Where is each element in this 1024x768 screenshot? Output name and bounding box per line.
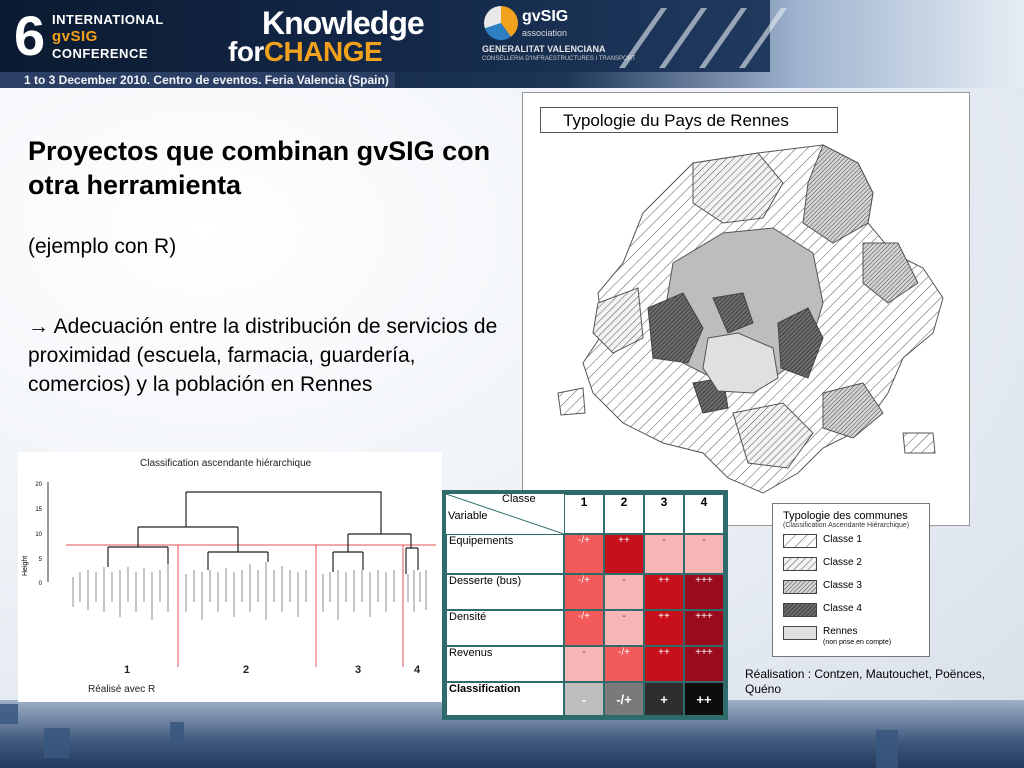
footer-block <box>876 730 898 768</box>
dendrogram-branches <box>107 491 419 574</box>
banner-line-gvsig: gvSIG <box>52 28 98 45</box>
slide-body-text: → Adecuación entre la distribución de se… <box>28 315 498 396</box>
cluster-label-3: 3 <box>355 664 362 676</box>
table-cell: - <box>564 646 604 682</box>
table-cell: -/+ <box>564 610 604 646</box>
legend-title: Typologie des communes <box>783 510 908 522</box>
legend-swatch-icon <box>783 580 817 594</box>
conference-banner: 6 INTERNATIONAL gvSIG CONFERENCE Knowled… <box>0 0 1024 88</box>
legend-swatch-icon <box>783 557 817 571</box>
legend-swatch-icon <box>783 534 817 548</box>
dendrogram-leaves <box>72 562 427 620</box>
cluster-label-1: 1 <box>124 664 131 676</box>
legend-label: Classe 2 <box>823 557 862 568</box>
y-tick-label: 15 <box>35 507 42 513</box>
generalitat-subtext: CONSELLERIA D'INFRAESTRUCTURES I TRANSPO… <box>482 56 636 62</box>
table-column-header: 3 <box>644 494 684 534</box>
dendrogram-y-label: Height <box>22 555 29 576</box>
rennes-typology-map <box>557 144 944 494</box>
table-cell: -/+ <box>564 534 604 574</box>
table-cell: ++ <box>684 682 724 716</box>
change-word: CHANGE <box>263 36 383 67</box>
legend-subtitle: (Classification Ascendante Hiérarchique) <box>783 522 910 529</box>
map-legend: Typologie des communes (Classification A… <box>772 503 930 657</box>
table-cell: ++ <box>644 610 684 646</box>
typology-map-panel: Typologie du Pays de Rennes <box>522 92 970 526</box>
cluster-label-2: 2 <box>243 664 250 676</box>
event-date-line: 1 to 3 December 2010. Centro de eventos.… <box>24 73 389 87</box>
dendrogram-panel: Classification ascendante hiérarchique 2… <box>18 452 442 702</box>
table-cell: +++ <box>684 646 724 682</box>
forchange-wordmark: forCHANGE <box>228 36 383 68</box>
y-tick-label: 20 <box>35 482 42 488</box>
y-tick-label: 10 <box>35 532 42 538</box>
table-row-label: Densité <box>446 610 564 646</box>
legend-label: Classe 4 <box>823 603 862 614</box>
legend-label: Rennes <box>823 626 858 637</box>
edition-number: 6 <box>14 4 46 67</box>
footer-block <box>0 704 18 724</box>
legend-note: (non prise en compte) <box>823 639 892 646</box>
banner-date-strip: 1 to 3 December 2010. Centro de eventos.… <box>0 72 395 88</box>
table-cell: - <box>604 610 644 646</box>
table-row-label: Revenus <box>446 646 564 682</box>
table-cell: - <box>564 682 604 716</box>
for-word: for <box>228 36 264 67</box>
map-title: Typologie du Pays de Rennes <box>540 107 838 133</box>
table-cell: - <box>604 574 644 610</box>
table-cell: ++ <box>644 646 684 682</box>
table-cell: ++ <box>604 534 644 574</box>
footer-block <box>44 728 70 758</box>
slide-subtitle: (ejemplo con R) <box>28 235 177 258</box>
generalitat-logo-text: GENERALITAT VALENCIANA <box>482 44 606 54</box>
y-tick-label: 5 <box>39 557 43 563</box>
legend-swatch-icon <box>783 626 817 640</box>
classification-table: Classe Variable 1 2 3 4 Equipements -/+ ++ - - De… <box>442 490 728 720</box>
table-column-header: 1 <box>564 494 604 534</box>
table-cell: - <box>684 534 724 574</box>
slide-title: Proyectos que combinan gvSIG con otra he… <box>28 136 491 200</box>
map-credit: Réalisation : Contzen, Mautouchet, Poënc… <box>745 667 986 696</box>
table-corner-variable: Variable <box>448 510 488 522</box>
table-column-header: 2 <box>604 494 644 534</box>
table-corner-classe: Classe <box>502 493 536 505</box>
banner-line-conference: CONFERENCE <box>52 46 149 61</box>
legend-swatch-icon <box>783 603 817 617</box>
table-row-label: Equipements <box>446 534 564 574</box>
classification-table-grid: Classe Variable 1 2 3 4 Equipements -/+ ++ - - De… <box>446 493 724 716</box>
table-cell: - <box>644 534 684 574</box>
dendrogram-chart: 20 15 10 5 0 <box>35 482 436 667</box>
map-zone-classe1-fareast <box>902 432 936 454</box>
gvsig-association-label: association <box>522 28 568 38</box>
cluster-label-4: 4 <box>414 664 421 676</box>
table-cell: ++ <box>644 574 684 610</box>
legend-label: Classe 1 <box>823 534 862 545</box>
gvsig-logo-icon <box>484 6 518 40</box>
table-column-header: 4 <box>684 494 724 534</box>
banner-line-international: INTERNATIONAL <box>52 12 164 27</box>
y-tick-label: 0 <box>39 581 43 587</box>
dendrogram-footer: Réalisé avec R <box>88 684 156 695</box>
table-cell: +++ <box>684 610 724 646</box>
table-cell: +++ <box>684 574 724 610</box>
table-cell: -/+ <box>604 646 644 682</box>
table-cell: -/+ <box>604 682 644 716</box>
legend-label: Classe 3 <box>823 580 862 591</box>
table-row-label: Desserte (bus) <box>446 574 564 610</box>
gvsig-association-name: gvSIG <box>522 8 569 25</box>
footer-block <box>170 722 184 742</box>
table-row-label: Classification <box>446 682 564 716</box>
map-zone-classe1-farwest <box>557 387 586 416</box>
table-cell: -/+ <box>564 574 604 610</box>
table-cell: + <box>644 682 684 716</box>
